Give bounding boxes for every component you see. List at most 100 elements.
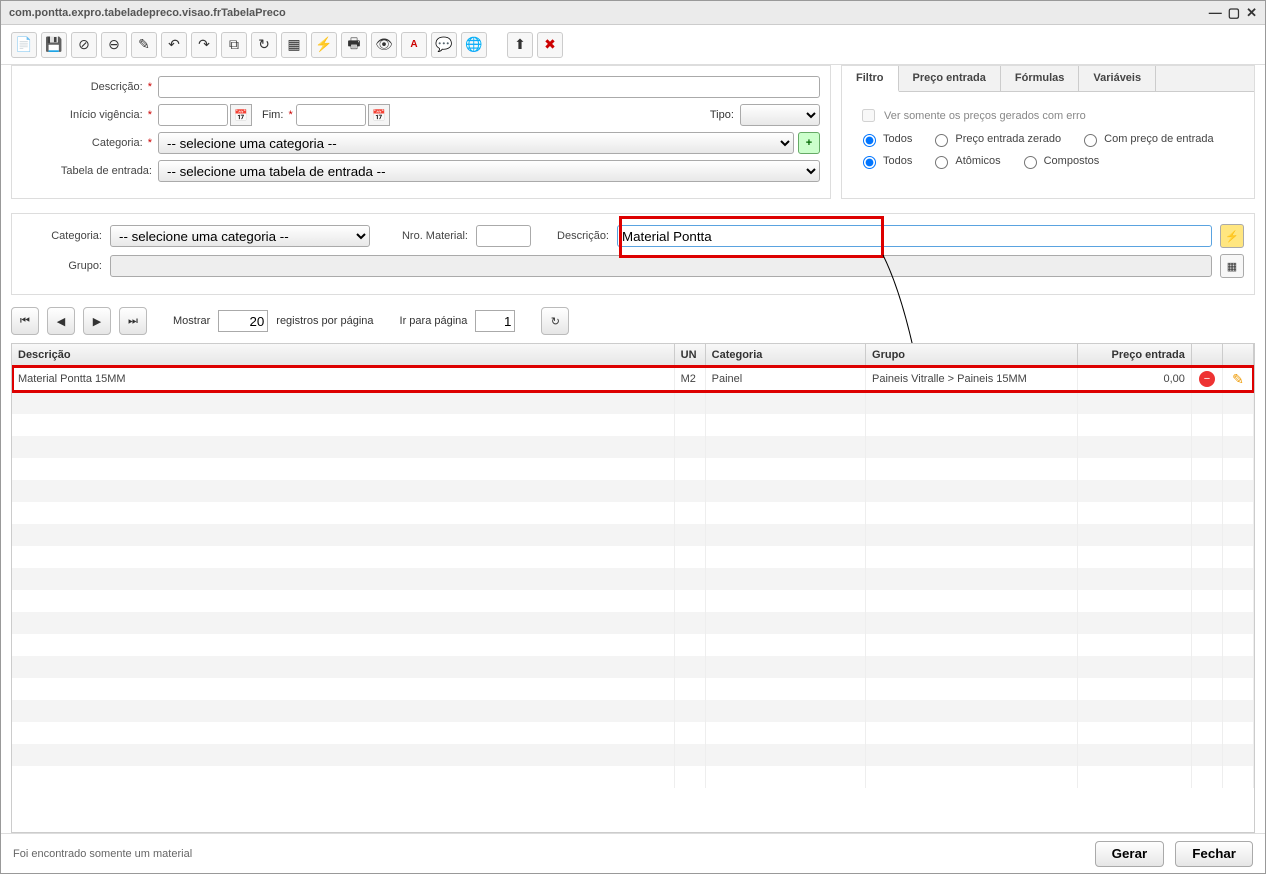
- prev-page-icon[interactable]: ◀: [47, 307, 75, 335]
- col-preco-entrada[interactable]: Preço entrada: [1078, 344, 1192, 366]
- add-categoria-icon[interactable]: +: [798, 132, 820, 154]
- col-categoria[interactable]: Categoria: [705, 344, 865, 366]
- pdf-icon[interactable]: A: [401, 32, 427, 58]
- edit-icon[interactable]: ✎: [131, 32, 157, 58]
- grupo-picker-icon[interactable]: ▦: [1220, 254, 1244, 278]
- table-row: [12, 568, 1254, 590]
- table-row: [12, 502, 1254, 524]
- radio-compostos[interactable]: [1024, 156, 1037, 169]
- globe-icon[interactable]: 🌐: [461, 32, 487, 58]
- inicio-vigencia-label: Início vigência:: [70, 109, 143, 121]
- radio-preco-zerado[interactable]: [935, 134, 948, 147]
- tab-preco-entrada[interactable]: Preço entrada: [899, 66, 1001, 91]
- nro-material-input[interactable]: [476, 225, 531, 247]
- table-row: [12, 392, 1254, 414]
- maximize-icon[interactable]: ▢: [1228, 5, 1240, 21]
- tab-filtro[interactable]: Filtro: [842, 66, 899, 92]
- ir-para-pagina-input[interactable]: [475, 310, 515, 332]
- search-descricao-label: Descrição:: [539, 230, 609, 242]
- main-toolbar: 📄 💾 ⊘ ⊖ ✎ ↶ ↷ ⧉ ↻ ▦ ⚡ 🖶 👁 A 💬 🌐 ⬆ ✖: [1, 25, 1265, 65]
- print-icon[interactable]: 🖶: [341, 32, 367, 58]
- eye-icon[interactable]: 👁: [371, 32, 397, 58]
- table-row: [12, 678, 1254, 700]
- cell-un: M2: [674, 366, 705, 392]
- table-row: [12, 766, 1254, 788]
- table-row: [12, 414, 1254, 436]
- mostrar-suffix: registros por página: [276, 315, 373, 327]
- pager: ⏮ ◀ ▶ ⏭ Mostrar registros por página Ir …: [1, 299, 1265, 343]
- cell-categoria: Painel: [705, 366, 865, 392]
- categoria-select[interactable]: -- selecione uma categoria --: [158, 132, 794, 154]
- chat-icon[interactable]: 💬: [431, 32, 457, 58]
- cell-grupo: Paineis Vitralle > Paineis 15MM: [866, 366, 1078, 392]
- calendar-icon[interactable]: 📅: [368, 104, 390, 126]
- search-categoria-select[interactable]: -- selecione uma categoria --: [110, 225, 370, 247]
- cell-preco-entrada: 0,00: [1078, 366, 1192, 392]
- fechar-button[interactable]: Fechar: [1175, 841, 1253, 867]
- grid-icon[interactable]: ▦: [281, 32, 307, 58]
- col-action-del: [1191, 344, 1222, 366]
- bolt-search-icon[interactable]: ⚡: [1220, 224, 1244, 248]
- fim-input[interactable]: [296, 104, 366, 126]
- mostrar-label: Mostrar: [173, 315, 210, 327]
- col-action-edit: [1222, 344, 1253, 366]
- reload-icon[interactable]: ↻: [541, 307, 569, 335]
- minus-icon[interactable]: ⊖: [101, 32, 127, 58]
- radio-todos-2[interactable]: [863, 156, 876, 169]
- table-row: [12, 458, 1254, 480]
- redo-icon[interactable]: ↷: [191, 32, 217, 58]
- tools-icon[interactable]: ✖: [537, 32, 563, 58]
- delete-row-icon[interactable]: −: [1199, 371, 1215, 387]
- footer: Foi encontrado somente um material Gerar…: [1, 833, 1265, 873]
- inicio-vigencia-input[interactable]: [158, 104, 228, 126]
- cancel-icon[interactable]: ⊘: [71, 32, 97, 58]
- close-icon[interactable]: ✕: [1246, 5, 1257, 21]
- gerar-button[interactable]: Gerar: [1095, 841, 1165, 867]
- table-row: [12, 744, 1254, 766]
- nro-material-label: Nro. Material:: [378, 230, 468, 242]
- col-grupo[interactable]: Grupo: [866, 344, 1078, 366]
- first-page-icon[interactable]: ⏮: [11, 307, 39, 335]
- tab-formulas[interactable]: Fórmulas: [1001, 66, 1080, 91]
- table-row: [12, 656, 1254, 678]
- fim-label: Fim:: [262, 109, 283, 121]
- undo-icon[interactable]: ↶: [161, 32, 187, 58]
- edit-row-icon[interactable]: ✎: [1232, 371, 1244, 387]
- upload-icon[interactable]: ⬆: [507, 32, 533, 58]
- copy-icon[interactable]: ⧉: [221, 32, 247, 58]
- header-form: Descrição: * Início vigência: * 📅 Fim: *…: [11, 65, 831, 199]
- new-icon[interactable]: 📄: [11, 32, 37, 58]
- table-row: [12, 480, 1254, 502]
- minimize-icon[interactable]: —: [1209, 5, 1222, 21]
- tabela-entrada-label: Tabela de entrada:: [22, 165, 152, 177]
- descricao-input[interactable]: [158, 76, 820, 98]
- categoria-label: Categoria:: [92, 137, 143, 149]
- annotation-highlight: [619, 216, 884, 258]
- save-icon[interactable]: 💾: [41, 32, 67, 58]
- table-row[interactable]: Material Pontta 15MMM2PainelPaineis Vitr…: [12, 366, 1254, 392]
- search-area: Categoria: -- selecione uma categoria --…: [11, 213, 1255, 295]
- table-row: [12, 590, 1254, 612]
- tipo-select[interactable]: [740, 104, 820, 126]
- table-row: [12, 700, 1254, 722]
- ver-somente-checkbox: [862, 109, 875, 122]
- filter-panel: Filtro Preço entrada Fórmulas Variáveis …: [841, 65, 1255, 199]
- radio-com-preco[interactable]: [1084, 134, 1097, 147]
- next-page-icon[interactable]: ▶: [83, 307, 111, 335]
- bolt-icon[interactable]: ⚡: [311, 32, 337, 58]
- titlebar: com.pontta.expro.tabeladepreco.visao.frT…: [1, 1, 1265, 25]
- col-descricao[interactable]: Descrição: [12, 344, 674, 366]
- radio-atomicos[interactable]: [935, 156, 948, 169]
- calendar-icon[interactable]: 📅: [230, 104, 252, 126]
- last-page-icon[interactable]: ⏭: [119, 307, 147, 335]
- radio-todos-1[interactable]: [863, 134, 876, 147]
- table-row: [12, 436, 1254, 458]
- table-row: [12, 546, 1254, 568]
- grupo-input[interactable]: [110, 255, 1212, 277]
- status-message: Foi encontrado somente um material: [13, 848, 192, 860]
- tab-variaveis[interactable]: Variáveis: [1079, 66, 1156, 91]
- refresh-icon[interactable]: ↻: [251, 32, 277, 58]
- tabela-entrada-select[interactable]: -- selecione uma tabela de entrada --: [158, 160, 820, 182]
- col-un[interactable]: UN: [674, 344, 705, 366]
- mostrar-input[interactable]: [218, 310, 268, 332]
